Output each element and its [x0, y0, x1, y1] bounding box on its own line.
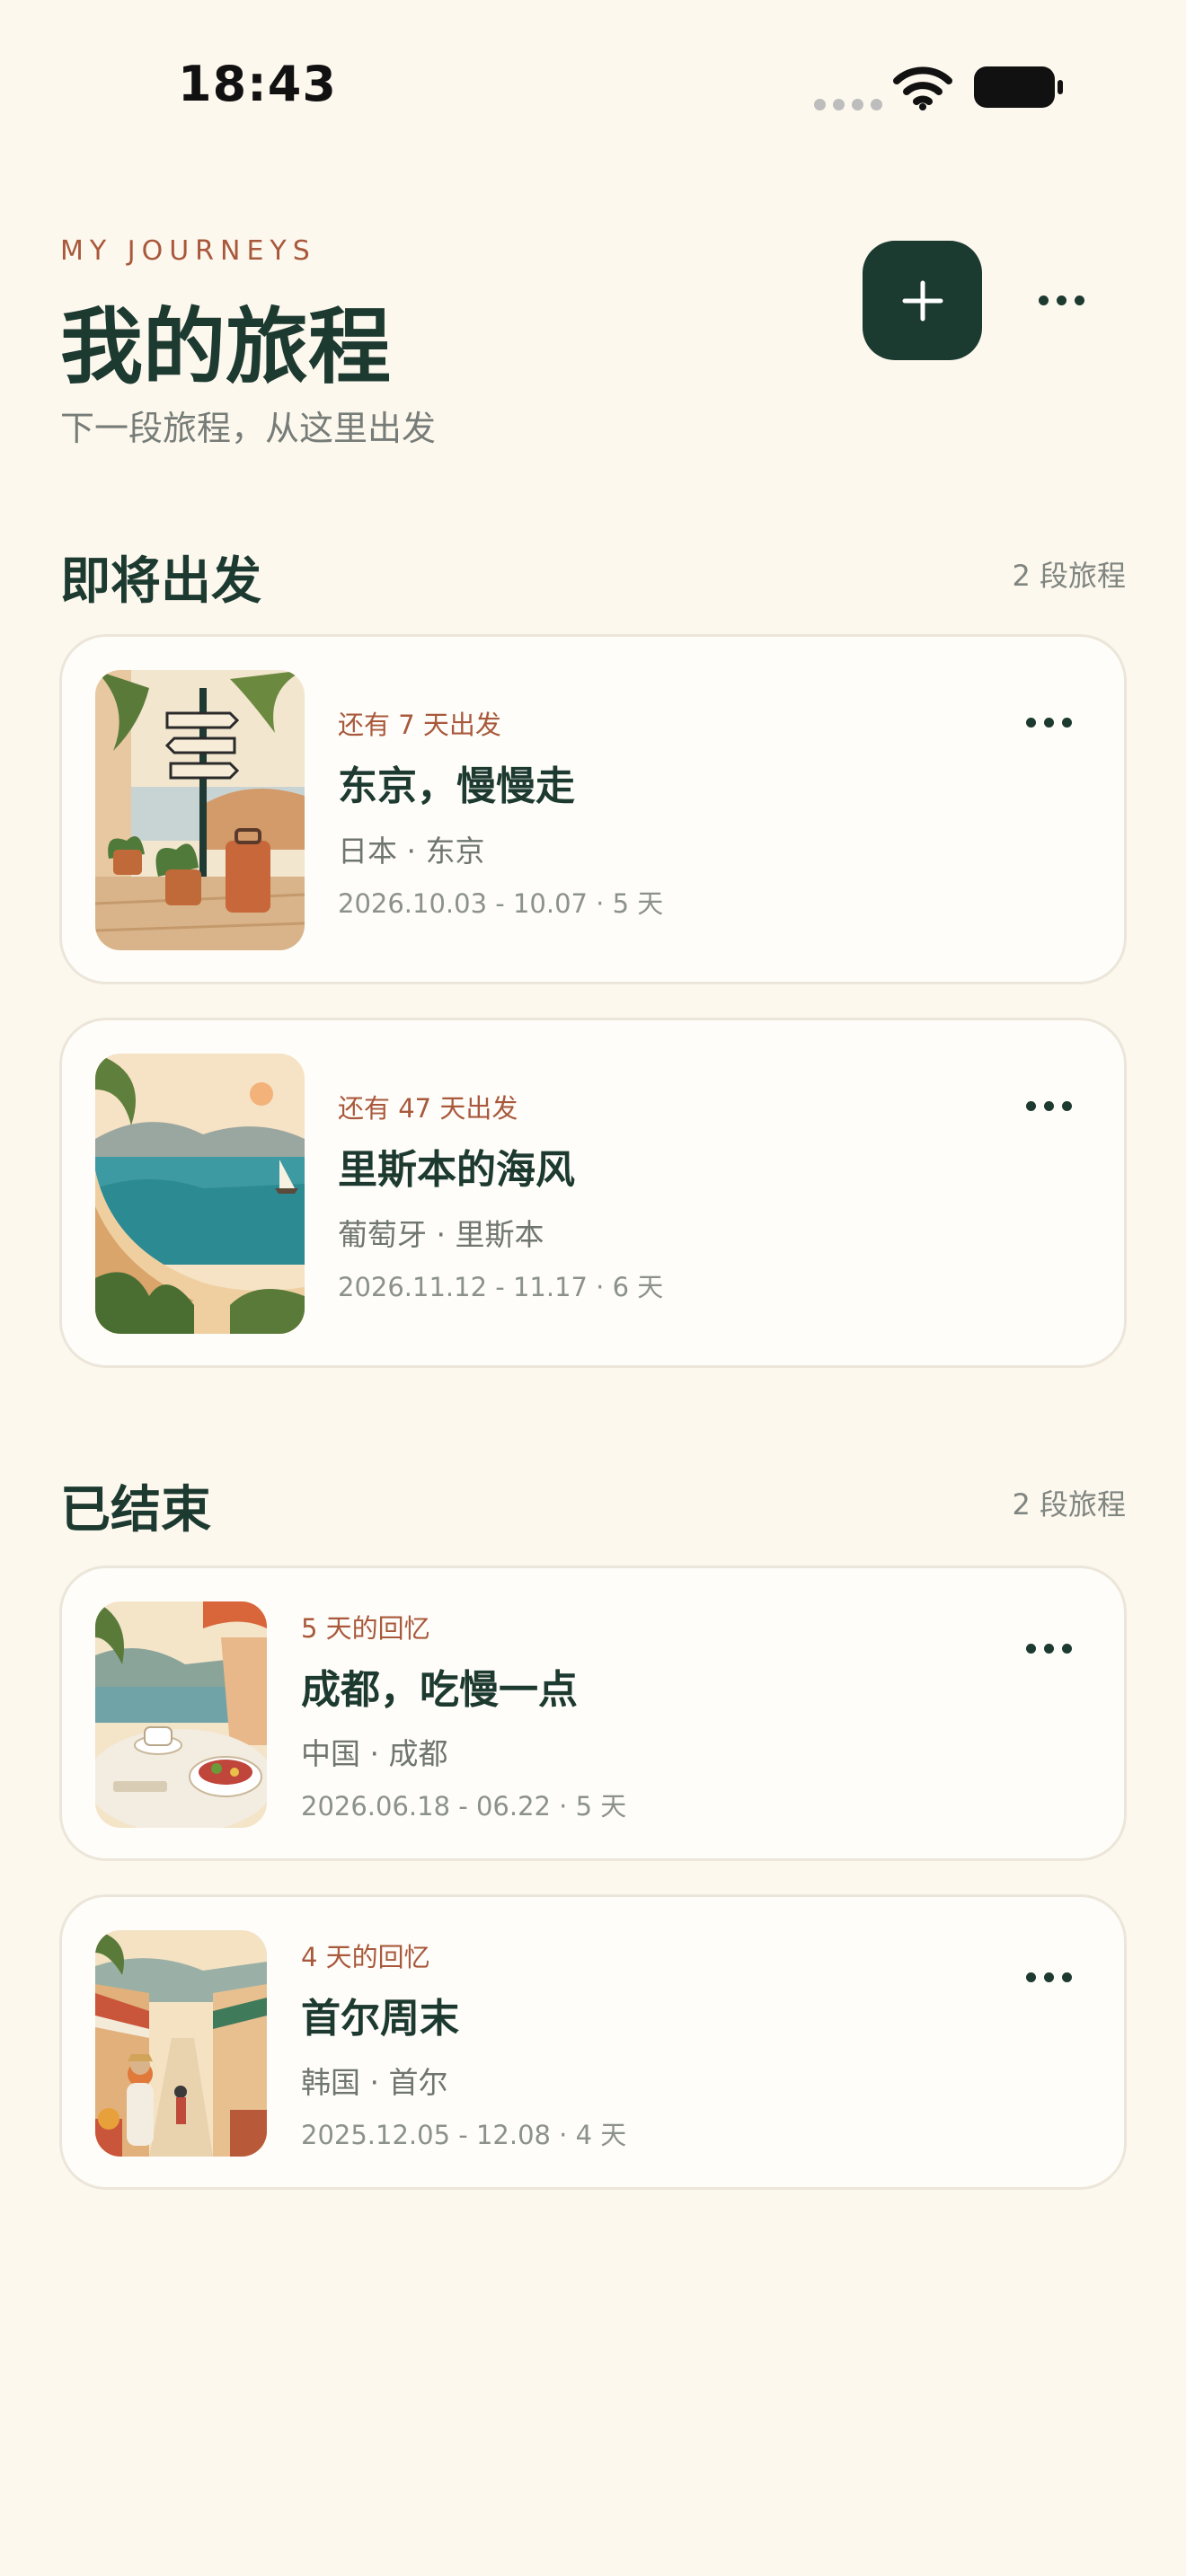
more-icon: [1039, 295, 1084, 305]
trip-card[interactable]: 5 天的回忆 成都，吃慢一点 中国 · 成都 2026.06.18 - 06.2…: [59, 1566, 1127, 1861]
trip-thumbnail: [95, 1930, 267, 2157]
page-subtitle: 下一段旅程，从这里出发: [60, 409, 437, 448]
trip-card[interactable]: 4 天的回忆 首尔周末 韩国 · 首尔 2025.12.05 - 12.08 ·…: [59, 1894, 1127, 2190]
section-title-upcoming: 即将出发: [60, 552, 261, 611]
trip-place: 中国 · 成都: [301, 1736, 448, 1771]
trip-title: 成都，吃慢一点: [301, 1667, 578, 1713]
more-button[interactable]: [1039, 286, 1098, 314]
wifi-icon: [893, 66, 952, 110]
trip-more-button[interactable]: [1026, 1967, 1072, 1988]
add-trip-button[interactable]: [863, 241, 982, 360]
trip-more-button[interactable]: [1026, 712, 1072, 733]
section-count-finished: 2 段旅程: [1012, 1487, 1126, 1522]
trip-thumbnail: [95, 1054, 305, 1334]
trip-thumbnail: [95, 1601, 267, 1828]
section-count-upcoming: 2 段旅程: [1012, 559, 1126, 593]
trip-dates: 2026.11.12 - 11.17 · 6 天: [338, 1272, 664, 1302]
trip-memory: 4 天的回忆: [301, 1942, 430, 1972]
trip-place: 日本 · 东京: [338, 834, 485, 869]
trip-title: 东京，慢慢走: [338, 763, 575, 809]
section-title-finished: 已结束: [60, 1481, 211, 1539]
trip-dates: 2025.12.05 - 12.08 · 4 天: [301, 2120, 627, 2150]
trip-place: 韩国 · 首尔: [301, 2065, 448, 2100]
trip-title: 里斯本的海风: [338, 1147, 575, 1193]
page-title: 我的旅程: [60, 299, 392, 395]
trip-place: 葡萄牙 · 里斯本: [338, 1217, 544, 1252]
trip-card[interactable]: 还有 47 天出发 里斯本的海风 葡萄牙 · 里斯本 2026.11.12 - …: [59, 1018, 1127, 1368]
page-eyebrow: MY JOURNEYS: [60, 235, 316, 267]
trip-card[interactable]: 还有 7 天出发 东京，慢慢走 日本 · 东京 2026.10.03 - 10.…: [59, 634, 1127, 984]
trip-memory: 5 天的回忆: [301, 1613, 430, 1644]
battery-icon: [974, 66, 1063, 108]
trip-dates: 2026.06.18 - 06.22 · 5 天: [301, 1791, 627, 1822]
trip-countdown: 还有 7 天出发: [338, 710, 501, 740]
trip-countdown: 还有 47 天出发: [338, 1093, 518, 1124]
trip-more-button[interactable]: [1026, 1096, 1072, 1116]
status-time: 18:43: [178, 56, 337, 112]
signal-icon: [814, 99, 882, 110]
journeys-screen: 18:43 MY JOURNEYS 我的旅程 下一段旅程，从这里出发 即将出发 …: [0, 0, 1186, 2576]
trip-title: 首尔周末: [301, 1996, 459, 2042]
trip-thumbnail: [95, 670, 305, 950]
trip-more-button[interactable]: [1026, 1638, 1072, 1659]
plus-icon: [902, 280, 943, 321]
trip-dates: 2026.10.03 - 10.07 · 5 天: [338, 888, 664, 919]
